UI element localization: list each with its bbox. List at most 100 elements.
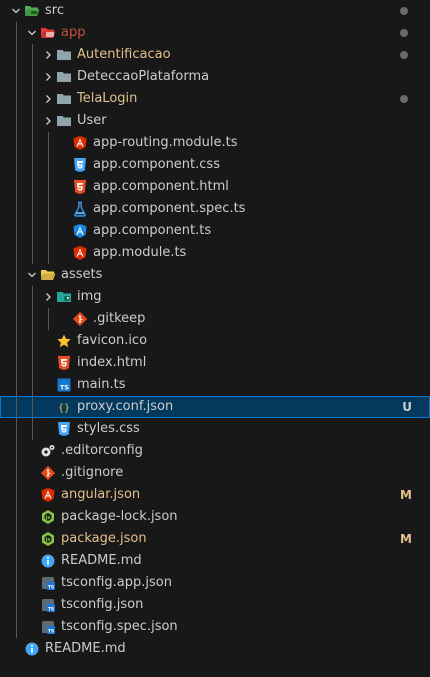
css-icon <box>72 157 88 173</box>
indent-guide <box>16 440 17 462</box>
nodejs-icon: js <box>40 509 56 525</box>
indent-guide <box>48 176 49 198</box>
indent-guide <box>32 374 33 396</box>
chevron-right-icon[interactable] <box>40 88 56 110</box>
angular-json-file[interactable]: angular.json M <box>0 484 430 506</box>
main-ts-file[interactable]: TS main.ts <box>0 374 430 396</box>
telalogin-folder[interactable]: TelaLogin <box>0 88 430 110</box>
package-json-file[interactable]: js package.json M <box>0 528 430 550</box>
indent-guide <box>16 528 17 550</box>
app-module-file[interactable]: app.module.ts <box>0 242 430 264</box>
editorconfig-icon <box>40 443 56 459</box>
angular-red-icon <box>40 487 56 503</box>
app-component-spec-file[interactable]: app.component.spec.ts <box>0 198 430 220</box>
indent-guide <box>48 154 49 176</box>
readme-inner-file[interactable]: README.md <box>0 550 430 572</box>
chevron-down-icon[interactable] <box>24 22 40 44</box>
tree-item-label: package.json <box>61 531 147 546</box>
indent-guide <box>16 22 17 44</box>
html-icon <box>72 179 88 195</box>
chevron-right-icon[interactable] <box>40 66 56 88</box>
indent-guide <box>32 88 33 110</box>
indent-guide <box>16 308 17 330</box>
indent-guide <box>32 308 33 330</box>
git-icon <box>40 465 56 481</box>
app-component-html-file[interactable]: app.component.html <box>0 176 430 198</box>
indent-guide <box>48 132 49 154</box>
indent-guide <box>48 220 49 242</box>
indent-guide <box>48 198 49 220</box>
svg-text:TS: TS <box>48 585 54 591</box>
indent-guide <box>16 396 17 418</box>
tsconfig-spec-file[interactable]: TS tsconfig.spec.json <box>0 616 430 638</box>
readme-root-file[interactable]: README.md <box>0 638 430 660</box>
favicon-file[interactable]: favicon.ico <box>0 330 430 352</box>
proxy-conf-file[interactable]: {} proxy.conf.json U <box>0 396 430 418</box>
indent-guide <box>16 572 17 594</box>
indent-guide <box>16 616 17 638</box>
tree-item-label: index.html <box>77 355 147 370</box>
indent-guide <box>32 110 33 132</box>
svg-text:TS: TS <box>60 384 69 392</box>
chevron-down-icon[interactable] <box>24 264 40 286</box>
indent-guide <box>16 110 17 132</box>
chevron-right-icon[interactable] <box>40 286 56 308</box>
indent-guide <box>32 330 33 352</box>
editorconfig-file[interactable]: .editorconfig <box>0 440 430 462</box>
chevron-down-icon[interactable] <box>8 0 24 22</box>
gitkeep-file[interactable]: .gitkeep <box>0 308 430 330</box>
styles-css-file[interactable]: styles.css <box>0 418 430 440</box>
git-status-badge: U <box>402 400 412 414</box>
tree-item-label: img <box>77 289 102 304</box>
angular-red-icon <box>72 135 88 151</box>
index-html-file[interactable]: index.html <box>0 352 430 374</box>
app-component-css-file[interactable]: app.component.css <box>0 154 430 176</box>
svg-text:js: js <box>45 515 51 521</box>
tree-item-label: TelaLogin <box>77 91 138 106</box>
indent-guide <box>48 242 49 264</box>
indent-guide <box>16 66 17 88</box>
tree-item-label: .gitignore <box>61 465 124 480</box>
indent-guide <box>16 330 17 352</box>
tree-item-label: .editorconfig <box>61 443 143 458</box>
info-icon <box>24 641 40 657</box>
tree-item-label: Autentificacao <box>77 47 171 62</box>
svg-text:js: js <box>45 537 51 543</box>
assets-folder[interactable]: assets <box>0 264 430 286</box>
gitignore-file[interactable]: .gitignore <box>0 462 430 484</box>
indent-guide <box>32 154 33 176</box>
folder-app-open-icon <box>40 25 56 41</box>
app-component-ts-file[interactable]: app.component.ts <box>0 220 430 242</box>
folder-open-icon <box>40 267 56 283</box>
tree-item-label: tsconfig.json <box>61 597 144 612</box>
indent-guide <box>16 418 17 440</box>
app-routing-module-file[interactable]: app-routing.module.ts <box>0 132 430 154</box>
tsconfig-app-file[interactable]: TS tsconfig.app.json <box>0 572 430 594</box>
img-folder[interactable]: img <box>0 286 430 308</box>
src-folder[interactable]: src <box>0 0 430 22</box>
html-icon <box>56 355 72 371</box>
indent-guide <box>32 396 33 418</box>
explorer-file-tree: src app Autentificacao DeteccaoPlataforma Te… <box>0 0 430 660</box>
indent-guide <box>32 242 33 264</box>
tree-item-label: main.ts <box>77 377 126 392</box>
git-icon <box>72 311 88 327</box>
tree-item-label: tsconfig.spec.json <box>61 619 178 634</box>
user-folder[interactable]: User <box>0 110 430 132</box>
indent-guide <box>16 264 17 286</box>
svg-text:{}: {} <box>58 403 70 414</box>
deteccaoplataforma-folder[interactable]: DeteccaoPlataforma <box>0 66 430 88</box>
app-folder[interactable]: app <box>0 22 430 44</box>
tsconfig-file[interactable]: TS tsconfig.json <box>0 594 430 616</box>
star-icon <box>56 333 72 349</box>
package-lock-file[interactable]: js package-lock.json <box>0 506 430 528</box>
autentificacao-folder[interactable]: Autentificacao <box>0 44 430 66</box>
chevron-right-icon[interactable] <box>40 44 56 66</box>
tree-item-label: DeteccaoPlataforma <box>77 69 210 84</box>
tree-item-label: .gitkeep <box>93 311 146 326</box>
indent-guide <box>16 352 17 374</box>
chevron-right-icon[interactable] <box>40 110 56 132</box>
git-change-dot <box>400 29 408 37</box>
indent-guide <box>16 176 17 198</box>
tree-item-label: app.component.spec.ts <box>93 201 246 216</box>
